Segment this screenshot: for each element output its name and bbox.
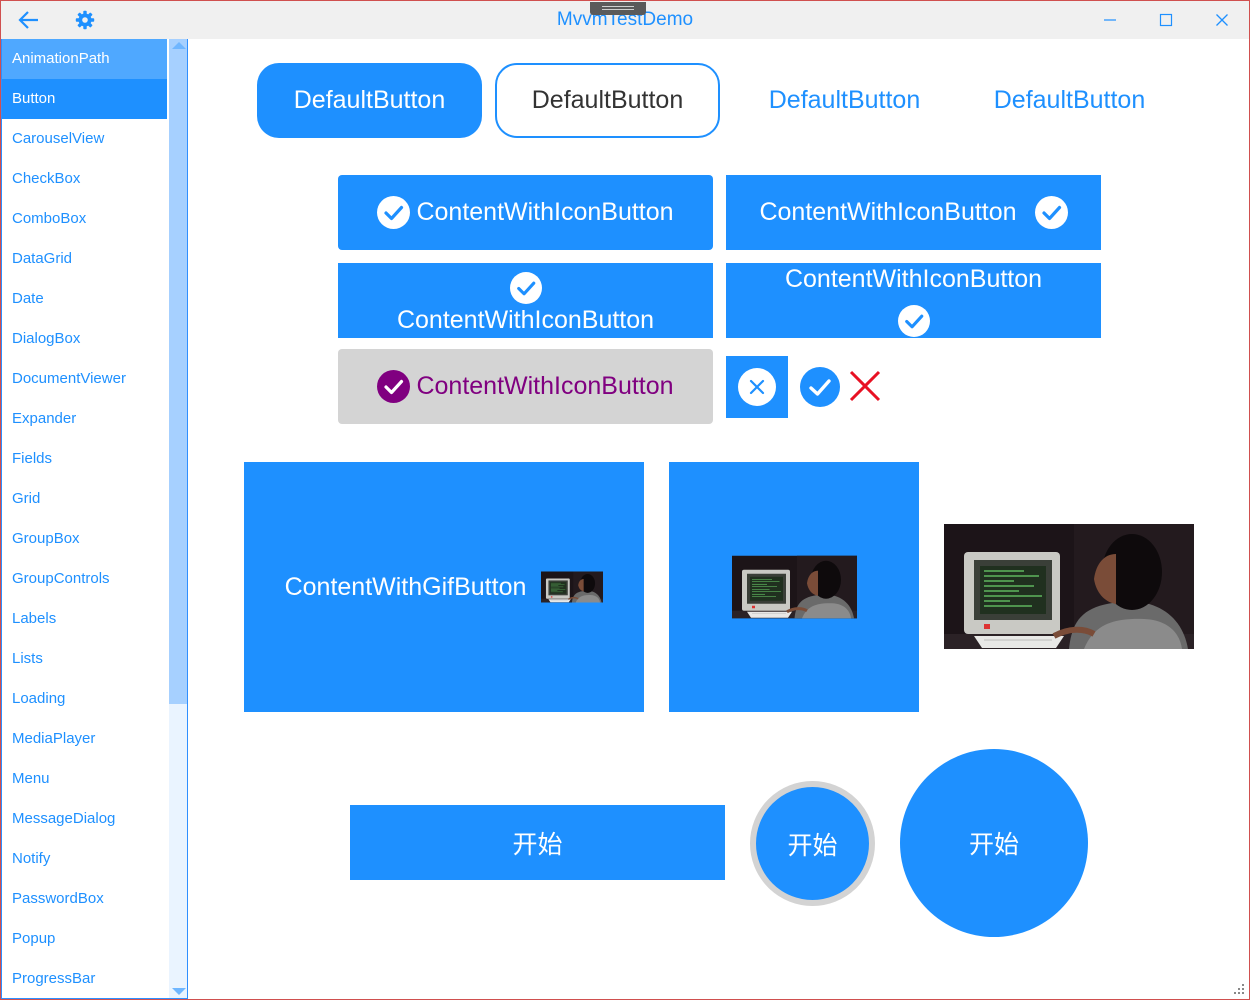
minimize-button[interactable] <box>1091 1 1129 39</box>
start-button-rect[interactable]: 开始 <box>350 805 725 880</box>
gif-text-button[interactable]: ContentWithGifButton <box>244 462 644 712</box>
sidebar-item-groupbox[interactable]: GroupBox <box>2 519 167 559</box>
check-circle-icon <box>1034 196 1068 229</box>
icon-bottom-button-label: ContentWithIconButton <box>784 265 1043 293</box>
check-circle-icon <box>509 271 542 304</box>
chevron-down-icon <box>171 988 186 995</box>
sidebar-item-messagedialog[interactable]: MessageDialog <box>2 799 167 839</box>
sidebar-item-combobox[interactable]: ComboBox <box>2 199 167 239</box>
sidebar-item-menu[interactable]: Menu <box>2 759 167 799</box>
check-icon <box>809 379 831 396</box>
title-bar: MvvmTestDemo <box>1 1 1249 39</box>
sidebar-item-passwordbox[interactable]: PasswordBox <box>2 879 167 919</box>
default-button-outlined[interactable]: DefaultButton <box>495 63 720 138</box>
close-icon <box>1216 14 1228 26</box>
start-button-circle-large[interactable]: 开始 <box>900 749 1088 937</box>
hacker-gif-image <box>731 554 857 620</box>
sidebar-item-button[interactable]: Button <box>2 79 167 119</box>
sidebar-item-checkbox[interactable]: CheckBox <box>2 159 167 199</box>
icon-bottom-button[interactable]: ContentWithIconButton <box>726 263 1101 338</box>
default-button-link[interactable]: DefaultButton <box>957 63 1182 138</box>
sidebar-item-grid[interactable]: Grid <box>2 479 167 519</box>
sidebar-item-labels[interactable]: Labels <box>2 599 167 639</box>
icon-right-button-label: ContentWithIconButton <box>759 198 1017 226</box>
icon-disabled-button[interactable]: ContentWithIconButton <box>338 349 713 424</box>
sidebar-item-documentviewer[interactable]: DocumentViewer <box>2 359 167 399</box>
check-icon-button[interactable] <box>800 367 840 407</box>
sidebar: AnimationPath Button CarouselView CheckBox C… <box>1 39 188 999</box>
sidebar-item-groupcontrols[interactable]: GroupControls <box>2 559 167 599</box>
sidebar-item-animationpath[interactable]: AnimationPath <box>2 39 167 79</box>
hacker-gif-image[interactable] <box>944 524 1194 649</box>
check-circle-icon <box>897 305 930 337</box>
scroll-down-arrow[interactable] <box>169 986 187 998</box>
gear-icon <box>75 10 95 30</box>
default-button-text[interactable]: DefaultButton <box>732 63 957 138</box>
icon-top-button[interactable]: ContentWithIconButton <box>338 263 713 338</box>
default-button-filled[interactable]: DefaultButton <box>257 63 482 138</box>
sidebar-item-carouselview[interactable]: CarouselView <box>2 119 167 159</box>
sidebar-item-progressbar[interactable]: ProgressBar <box>2 959 167 998</box>
gif-text-button-label: ContentWithGifButton <box>284 572 527 601</box>
sidebar-item-notify[interactable]: Notify <box>2 839 167 879</box>
start-button-circle-small[interactable]: 开始 <box>750 781 875 906</box>
sidebar-item-fields[interactable]: Fields <box>2 439 167 479</box>
icon-left-button[interactable]: ContentWithIconButton <box>338 175 713 250</box>
gif-only-button[interactable] <box>669 462 919 712</box>
sidebar-item-popup[interactable]: Popup <box>2 919 167 959</box>
sidebar-item-lists[interactable]: Lists <box>2 639 167 679</box>
icon-disabled-button-label: ContentWithIconButton <box>416 372 674 400</box>
cross-icon-button[interactable] <box>847 368 883 404</box>
sidebar-item-dialogbox[interactable]: DialogBox <box>2 319 167 359</box>
scrollbar-thumb[interactable] <box>169 39 187 704</box>
drag-handle[interactable] <box>590 2 646 15</box>
clear-icon-button[interactable] <box>726 356 788 418</box>
sidebar-item-mediaplayer[interactable]: MediaPlayer <box>2 719 167 759</box>
sidebar-item-datagrid[interactable]: DataGrid <box>2 239 167 279</box>
back-button[interactable] <box>10 1 48 39</box>
icon-top-button-label: ContentWithIconButton <box>396 305 655 334</box>
check-circle-icon <box>377 196 411 229</box>
maximize-icon <box>1159 13 1173 27</box>
minimize-icon <box>1104 19 1116 21</box>
sidebar-item-date[interactable]: Date <box>2 279 167 319</box>
chevron-up-icon <box>171 42 186 49</box>
sidebar-item-loading[interactable]: Loading <box>2 679 167 719</box>
scroll-up-arrow[interactable] <box>169 39 187 51</box>
icon-right-button[interactable]: ContentWithIconButton <box>726 175 1101 250</box>
icon-left-button-label: ContentWithIconButton <box>416 198 674 226</box>
hacker-gif-image <box>541 570 604 604</box>
maximize-button[interactable] <box>1147 1 1185 39</box>
cross-icon <box>849 370 881 402</box>
close-window-button[interactable] <box>1203 1 1241 39</box>
sidebar-item-expander[interactable]: Expander <box>2 399 167 439</box>
resize-grip-icon[interactable] <box>1232 982 1246 996</box>
close-circle-icon <box>738 368 776 406</box>
arrow-left-icon <box>18 11 38 29</box>
check-circle-icon <box>377 370 411 403</box>
settings-button[interactable] <box>66 1 104 39</box>
